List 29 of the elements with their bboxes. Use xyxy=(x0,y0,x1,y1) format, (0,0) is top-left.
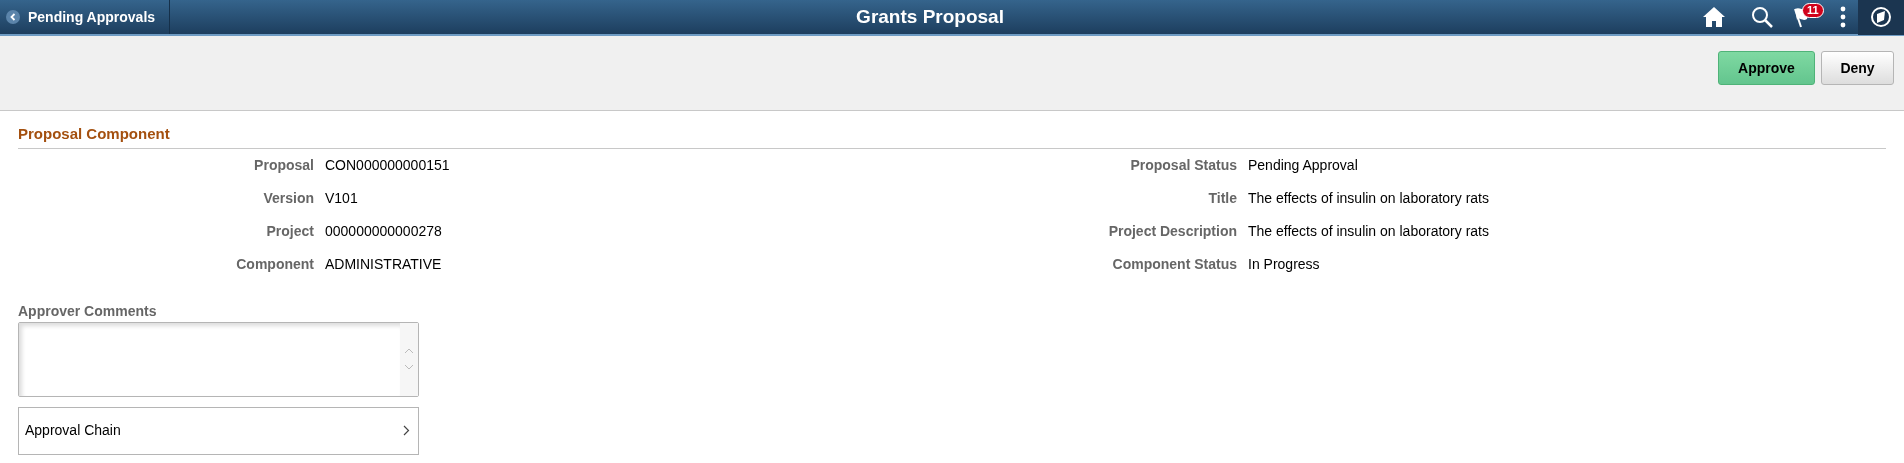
approve-button[interactable]: Approve xyxy=(1718,51,1815,85)
approval-chain-link[interactable]: Approval Chain xyxy=(18,406,419,455)
notifications-button[interactable]: 11 xyxy=(1786,0,1828,34)
field-value: In Progress xyxy=(1248,254,1320,274)
section-title: Proposal Component xyxy=(18,123,1886,149)
approval-chain-label: Approval Chain xyxy=(25,421,121,440)
field-label: Project Description xyxy=(1107,221,1238,241)
field-label: Version xyxy=(262,188,315,208)
chevron-right-icon xyxy=(403,425,410,436)
field-value: Pending Approval xyxy=(1248,155,1358,175)
field-label: Title xyxy=(1207,188,1238,208)
back-button[interactable]: Pending Approvals xyxy=(0,0,171,34)
back-icon xyxy=(6,10,20,24)
comments-label: Approver Comments xyxy=(18,301,158,321)
field-label: Proposal Status xyxy=(1129,155,1238,175)
notification-badge: 11 xyxy=(1802,3,1824,18)
field-value: V101 xyxy=(325,188,358,208)
field-label: Proposal xyxy=(253,155,315,175)
page-title: Grants Proposal xyxy=(855,4,1005,29)
field-value: The effects of insulin on laboratory rats xyxy=(1248,221,1489,241)
field-label: Project xyxy=(265,221,315,241)
deny-button[interactable]: Deny xyxy=(1821,51,1894,85)
field-value: CON000000000151 xyxy=(325,155,450,175)
field-value: ADMINISTRATIVE xyxy=(325,254,442,274)
field-value: The effects of insulin on laboratory rats xyxy=(1248,188,1489,208)
field-label: Component xyxy=(235,254,315,274)
navbar-icon[interactable] xyxy=(1858,0,1904,35)
field-value: 000000000000278 xyxy=(325,221,442,241)
field-label: Component Status xyxy=(1111,254,1238,274)
